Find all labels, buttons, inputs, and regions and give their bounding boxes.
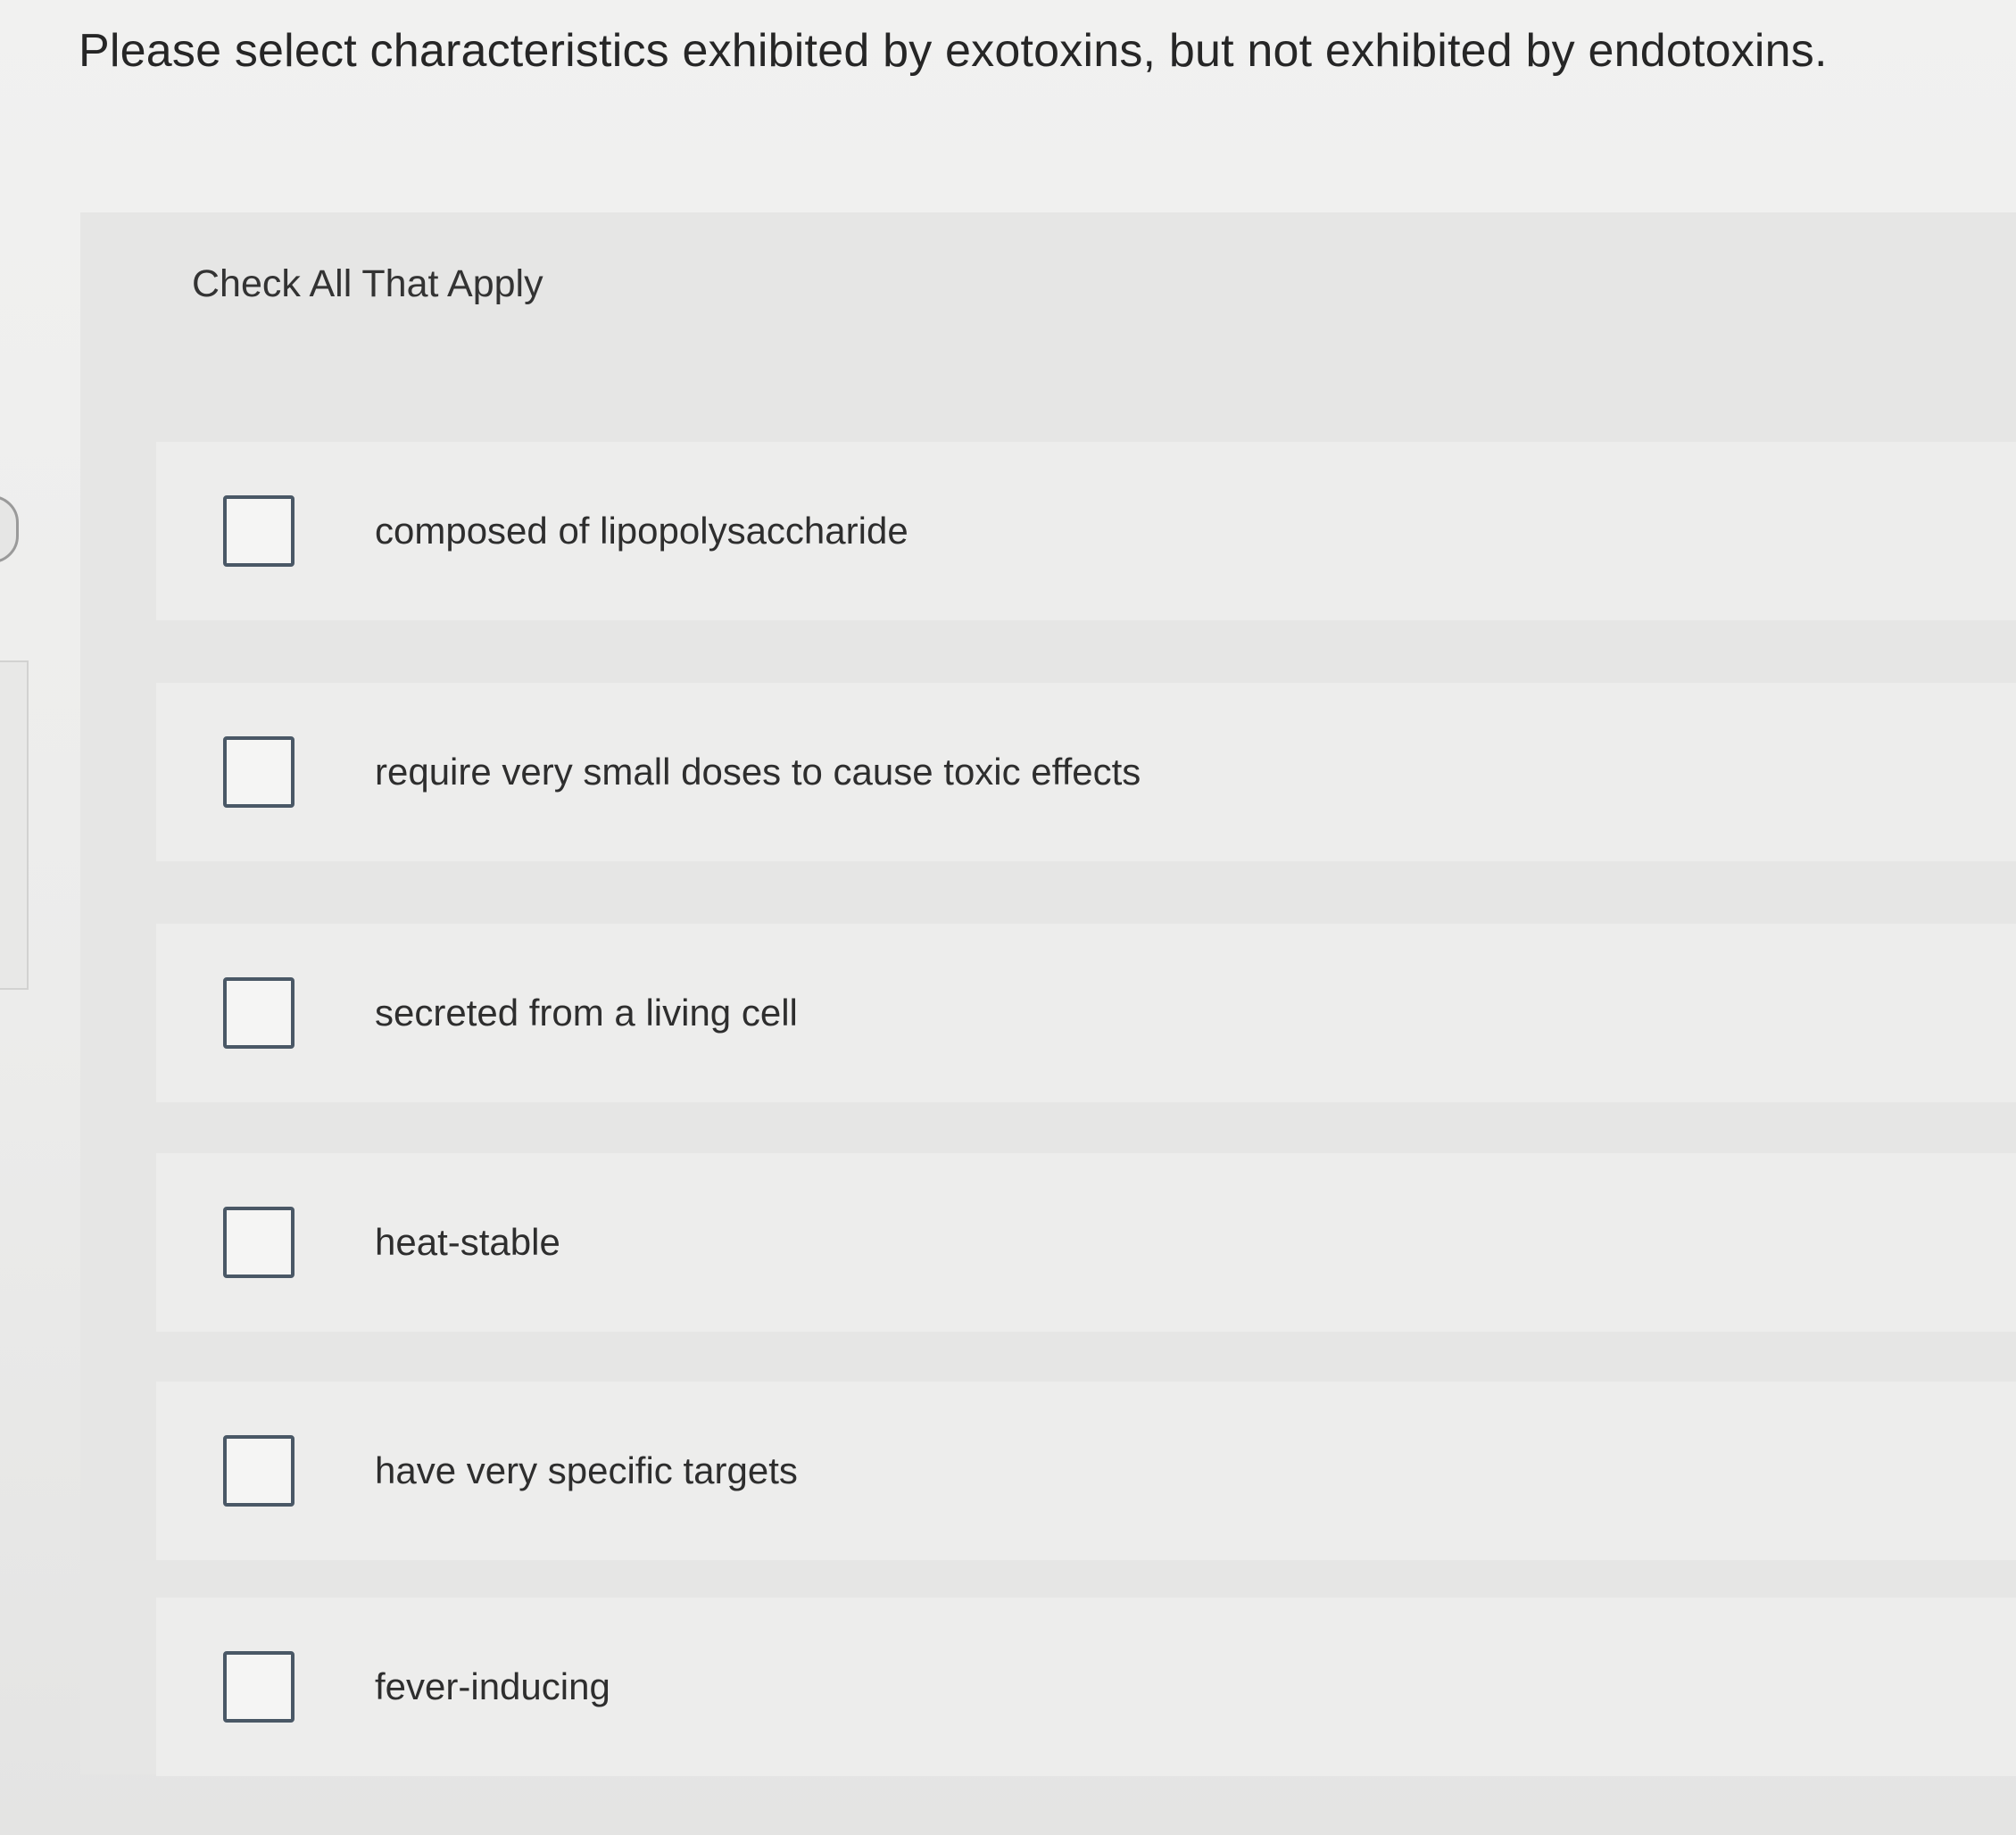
option-require-very-small-doses[interactable]: require very small doses to cause toxic …	[156, 683, 2016, 861]
instruction-text: Check All That Apply	[192, 262, 543, 305]
quiz-page: Please select characteristics exhibited …	[0, 0, 2016, 1835]
checkbox[interactable]	[223, 1651, 295, 1723]
collapsed-sidebar-tab[interactable]	[0, 495, 19, 563]
option-label: composed of lipopolysaccharide	[375, 510, 908, 552]
checkbox[interactable]	[223, 736, 295, 808]
checkbox[interactable]	[223, 1207, 295, 1278]
option-label: fever-inducing	[375, 1665, 610, 1707]
option-fever-inducing[interactable]: fever-inducing	[156, 1598, 2016, 1776]
option-label: secreted from a living cell	[375, 992, 798, 1034]
checkbox[interactable]	[223, 495, 295, 567]
option-label: have very specific targets	[375, 1449, 798, 1491]
question-text: Please select characteristics exhibited …	[79, 25, 1828, 77]
option-label: require very small doses to cause toxic …	[375, 751, 1141, 793]
checkbox[interactable]	[223, 977, 295, 1049]
checkbox[interactable]	[223, 1435, 295, 1507]
option-composed-of-lipopolysaccharide[interactable]: composed of lipopolysaccharide	[156, 442, 2016, 620]
option-secreted-from-living-cell[interactable]: secreted from a living cell	[156, 924, 2016, 1102]
option-have-very-specific-targets[interactable]: have very specific targets	[156, 1382, 2016, 1560]
left-edge-panel	[0, 660, 29, 990]
option-label: heat-stable	[375, 1221, 560, 1263]
option-heat-stable[interactable]: heat-stable	[156, 1153, 2016, 1332]
